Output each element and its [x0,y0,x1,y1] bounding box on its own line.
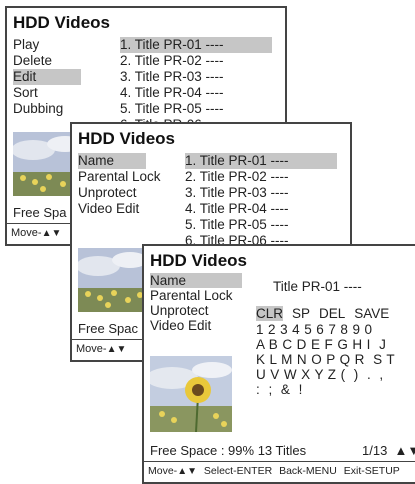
menu-item-video-edit[interactable]: Video Edit [78,201,139,217]
footer-move-label: Move- [148,465,178,477]
character-row-digits[interactable]: 1 2 3 4 5 6 7 8 9 0 [256,322,372,337]
menu-item-parental-lock[interactable]: Parental Lock [78,169,161,185]
menu-item-video-edit[interactable]: Video Edit [150,318,211,333]
hdd-videos-window-name-edit: HDD Videos Name Parental Lock Unprotect … [142,244,415,484]
current-title-name: Title PR-01 ---- [273,279,362,294]
character-row-punctuation[interactable]: : ; & ! [256,382,303,397]
window-title: HDD Videos [78,129,175,148]
title-list-item[interactable]: 3. Title PR-03 ---- [120,69,224,85]
free-space-label: Free Spac [78,321,138,336]
menu-item-name[interactable]: Name [78,153,146,169]
title-list-item[interactable]: 1. Title PR-01 ---- [185,153,337,169]
page-indicator: 1/13 ▲▼ [362,443,415,458]
up-down-arrows-icon: ▲▼ [177,466,197,477]
window-title: HDD Videos [13,13,110,32]
space-button[interactable]: SP [292,306,310,321]
menu-item-name[interactable]: Name [150,273,242,288]
menu-item-unprotect[interactable]: Unprotect [150,303,209,318]
video-thumbnail [150,356,232,432]
edit-command-row: CLR SP DEL SAVE [256,306,398,321]
title-list-item[interactable]: 5. Title PR-05 ---- [120,101,224,117]
free-space-label: Free Space : 99% [150,443,255,458]
menu-item-play[interactable]: Play [13,37,81,53]
footer-move-label: Move- [76,343,107,355]
character-row-k-t[interactable]: K L M N O P Q R S T [256,352,395,367]
menu-item-sort[interactable]: Sort [13,85,81,101]
menu-item-edit[interactable]: Edit [13,69,81,85]
save-button[interactable]: SAVE [354,306,389,321]
titles-count: 13 Titles [257,443,307,458]
footer-bar: Move-▲▼ Select-ENTER Back-MENU Exit-SETU… [144,461,415,482]
title-list-item[interactable]: 2. Title PR-02 ---- [185,169,289,185]
free-space-label: Free Spa [13,205,67,220]
footer-move-label: Move- [11,227,42,239]
title-list-item[interactable]: 4. Title PR-04 ---- [120,85,224,101]
footer-select-label: Select-ENTER [203,465,273,477]
title-list-item[interactable]: 2. Title PR-02 ---- [120,53,224,69]
delete-button[interactable]: DEL [319,306,345,321]
title-list-item[interactable]: 4. Title PR-04 ---- [185,201,289,217]
menu-item-delete[interactable]: Delete [13,53,81,69]
title-list-item[interactable]: 3. Title PR-03 ---- [185,185,289,201]
menu-item-dubbing[interactable]: Dubbing [13,101,81,117]
page-up-down-icon[interactable]: ▲▼ [391,443,415,458]
footer-back-label: Back-MENU [279,465,337,477]
clear-button[interactable]: CLR [256,306,284,321]
free-space-status: Free Space : 99% 13 Titles [150,443,306,458]
video-thumbnail [78,248,146,312]
character-row-u-z-symbols[interactable]: U V W X Y Z ( ) . , [256,367,384,382]
page-number: 1/13 [362,443,388,458]
menu-item-unprotect[interactable]: Unprotect [78,185,137,201]
footer-exit-label: Exit-SETUP [343,465,400,477]
up-down-arrows-icon: ▲▼ [41,228,62,239]
window-title: HDD Videos [150,251,247,270]
menu-item-parental-lock[interactable]: Parental Lock [150,288,233,303]
up-down-arrows-icon: ▲▼ [106,344,127,355]
title-list-item[interactable]: 5. Title PR-05 ---- [185,217,289,233]
title-list-item[interactable]: 1. Title PR-01 ---- [120,37,272,53]
character-row-a-j[interactable]: A B C D E F G H I J [256,337,386,352]
